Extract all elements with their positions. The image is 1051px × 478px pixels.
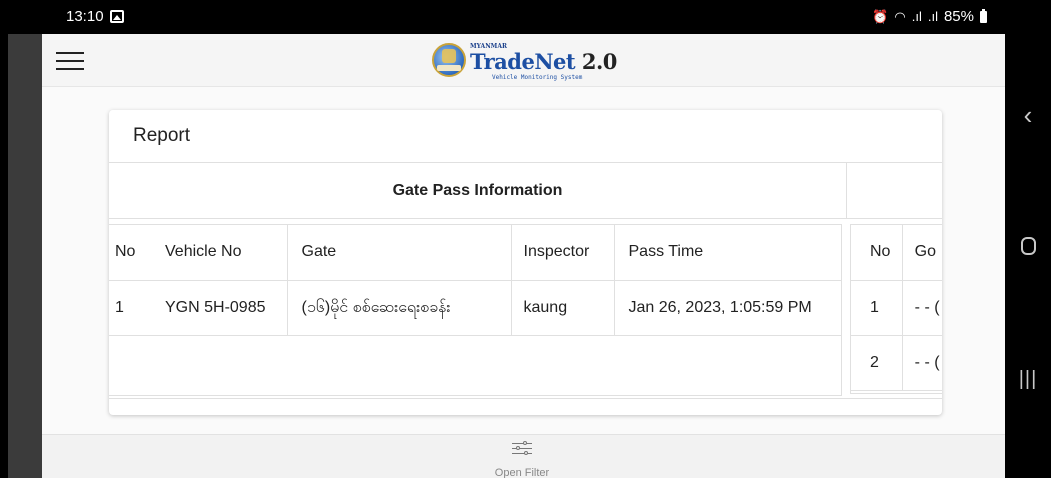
tradenet-logo: MYANMAR TradeNet 2.0 Vehicle Monitoring … xyxy=(432,40,632,82)
side-header-row: No Go xyxy=(850,225,942,281)
status-bar: 13:10 ⏰ ◠ .ıl .ıl 85% xyxy=(0,0,1005,34)
alarm-icon: ⏰ xyxy=(872,8,889,24)
row-inspector: kaung xyxy=(510,280,614,336)
gate-pass-table: No Vehicle No Gate Inspector Pass Time 1… xyxy=(109,225,841,336)
row-pass-time: Jan 26, 2023, 1:05:59 PM xyxy=(613,280,841,336)
table-row[interactable]: 1 YGN 5H-0985 (၁၆)မိုင် စစ်ဆေးရေးစခန်း k… xyxy=(109,280,841,336)
left-gutter xyxy=(0,34,8,478)
back-icon[interactable]: ‹ xyxy=(1005,100,1051,131)
signal-icon: .ıl xyxy=(911,9,922,24)
side-section-header xyxy=(846,163,942,219)
table-row[interactable]: 1 - - ( xyxy=(850,280,942,336)
column-header: No xyxy=(109,225,151,281)
system-nav-bar: ‹ ||| xyxy=(1005,0,1051,478)
side-table: No Go 1 - - ( 2 - - ( xyxy=(850,225,942,391)
device-screen: 13:10 ⏰ ◠ .ıl .ıl 85% MYANMAR TradeNet 2… xyxy=(0,0,1051,478)
recent-apps-icon[interactable]: ||| xyxy=(1005,368,1051,391)
home-icon[interactable] xyxy=(1005,237,1051,260)
menu-icon[interactable] xyxy=(56,52,84,70)
gate-pass-section-title: Gate Pass Information xyxy=(109,163,846,219)
side-row-value: - - ( xyxy=(901,335,942,391)
column-header: Pass Time xyxy=(613,225,841,281)
column-header: Inspector xyxy=(510,225,614,281)
signal-icon: .ıl xyxy=(927,9,938,24)
side-column-header: No xyxy=(850,225,903,281)
side-column-header: Go xyxy=(901,225,942,281)
open-filter-label: Open Filter xyxy=(494,467,550,478)
wifi-icon: ◠ xyxy=(894,8,906,24)
sliders-icon xyxy=(512,439,532,457)
report-title: Report xyxy=(133,125,191,146)
column-header: Vehicle No xyxy=(151,225,287,281)
status-right: ⏰ ◠ .ıl .ıl 85% xyxy=(872,8,987,25)
row-no: 1 xyxy=(109,280,151,336)
app-window: MYANMAR TradeNet 2.0 Vehicle Monitoring … xyxy=(42,34,1005,478)
app-header: MYANMAR TradeNet 2.0 Vehicle Monitoring … xyxy=(42,34,1005,87)
table-row[interactable]: 2 - - ( xyxy=(850,335,942,391)
row-gate: (၁၆)မိုင် စစ်ဆေးရေးစခန်း xyxy=(286,280,511,336)
column-header: Gate xyxy=(286,225,511,281)
report-card: Report Gate Pass Information No Vehicle … xyxy=(109,110,942,415)
battery-percent: 85% xyxy=(943,8,974,25)
side-row-no: 2 xyxy=(850,335,903,391)
side-row-value: - - ( xyxy=(901,280,942,336)
globe-icon xyxy=(432,43,466,77)
battery-icon xyxy=(980,8,987,23)
image-icon xyxy=(110,10,124,23)
status-time: 13:10 xyxy=(66,8,104,25)
table-header-row: No Vehicle No Gate Inspector Pass Time xyxy=(109,225,841,281)
side-row-no: 1 xyxy=(850,280,903,336)
open-filter-button[interactable]: Open Filter xyxy=(482,439,562,478)
filter-bar: Open Filter xyxy=(42,434,1005,478)
row-vehicle-no: YGN 5H-0985 xyxy=(151,280,287,336)
